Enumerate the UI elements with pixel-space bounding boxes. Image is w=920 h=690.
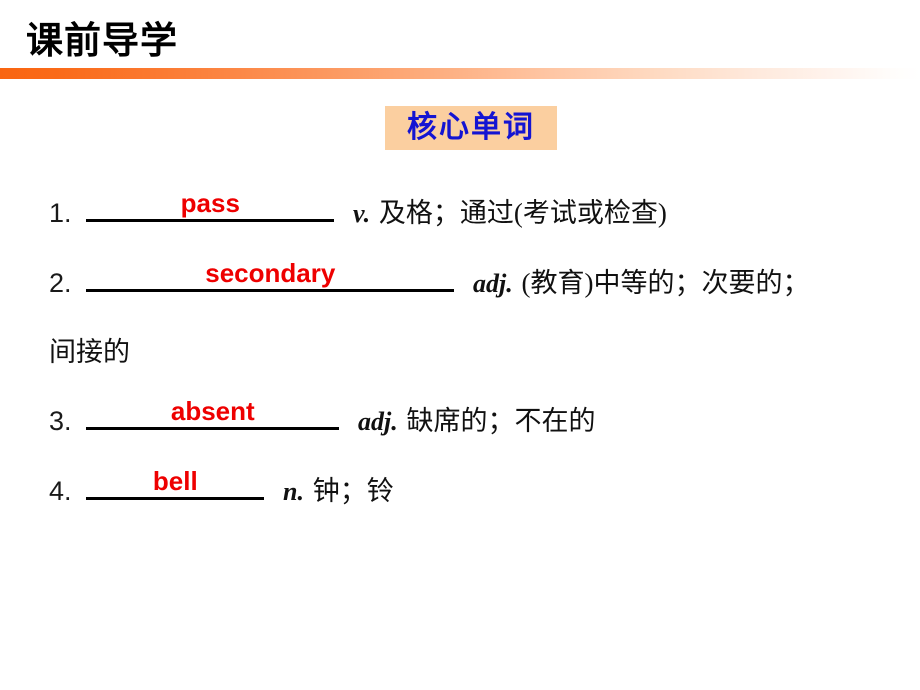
list-item: 3. absent adj. 缺席的；不在的 [49,386,899,456]
section-title-label: 核心单词 [407,111,535,144]
slide-header: 课前导学 [0,0,920,79]
header-accent-rule [0,68,920,79]
definition-text: 钟；铃 [312,476,394,506]
page-title: 课前导学 [26,20,178,61]
part-of-speech: v. [353,199,371,228]
item-number: 2. [49,268,72,298]
answer-text: pass [180,188,240,218]
answer-text: secondary [205,258,336,288]
definition-text: 及格；通过(考试或检查) [378,198,667,228]
item-number: 4. [49,476,72,506]
answer-blank[interactable]: pass [86,185,335,222]
answer-blank[interactable]: absent [86,393,340,430]
answer-blank[interactable]: secondary [86,255,455,292]
item-number: 1. [49,198,72,228]
list-item: 4. bell n. 钟；铃 [49,456,899,526]
answer-text: absent [170,396,255,426]
section-title-chip: 核心单词 [385,106,557,150]
part-of-speech: adj. [473,269,513,298]
vocabulary-list: 1. pass v. 及格；通过(考试或检查) 2. secondary adj… [49,178,899,526]
list-item: 2. secondary adj. (教育)中等的；次要的； [49,248,899,318]
answer-text: bell [152,466,198,496]
definition-text: 缺席的；不在的 [406,406,596,436]
part-of-speech: n. [283,477,304,506]
part-of-speech: adj. [358,407,398,436]
item-number: 3. [49,406,72,436]
definition-continuation: 间接的 [49,337,130,367]
answer-blank[interactable]: bell [86,463,265,500]
list-item: 1. pass v. 及格；通过(考试或检查) [49,178,899,248]
definition-text: (教育)中等的；次要的； [521,268,810,298]
